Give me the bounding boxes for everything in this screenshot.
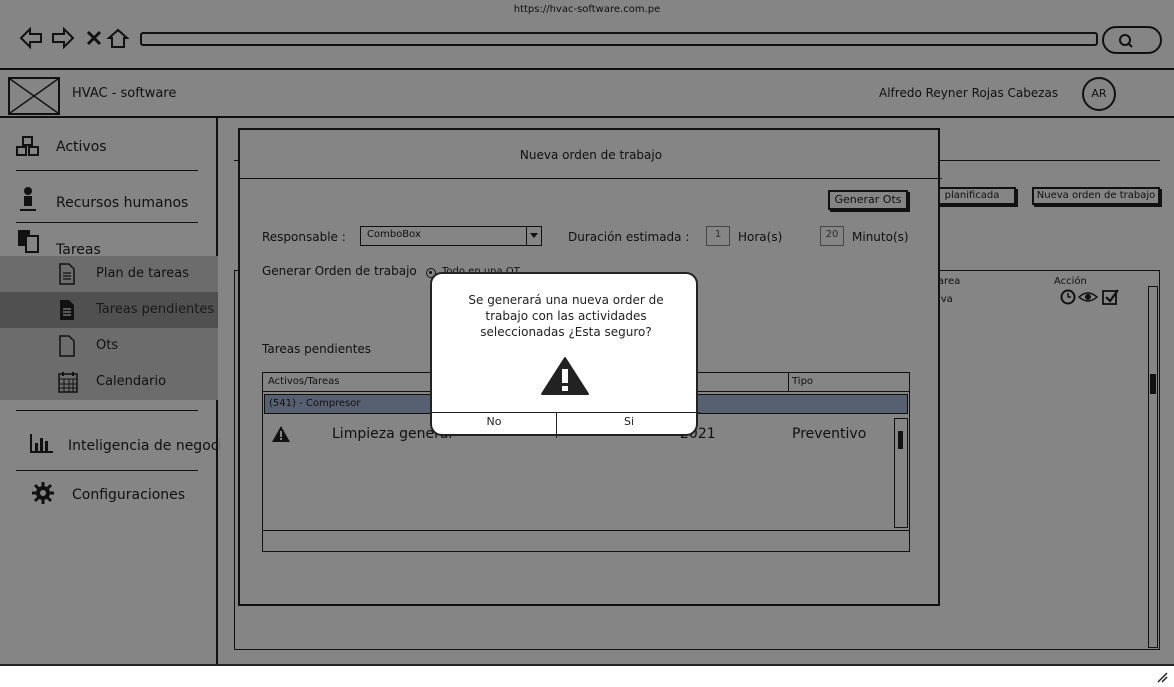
yes-button[interactable]: Si	[558, 412, 700, 438]
resize-handle-icon[interactable]	[1154, 668, 1168, 687]
confirm-dialog: Se generará una nueva order de trabajo c…	[430, 272, 700, 438]
warning-icon	[536, 356, 594, 400]
divider	[556, 412, 557, 438]
no-button[interactable]: No	[432, 412, 556, 438]
status-bar	[0, 664, 1174, 684]
confirm-message: Se generará una nueva order de trabajo c…	[468, 293, 664, 339]
